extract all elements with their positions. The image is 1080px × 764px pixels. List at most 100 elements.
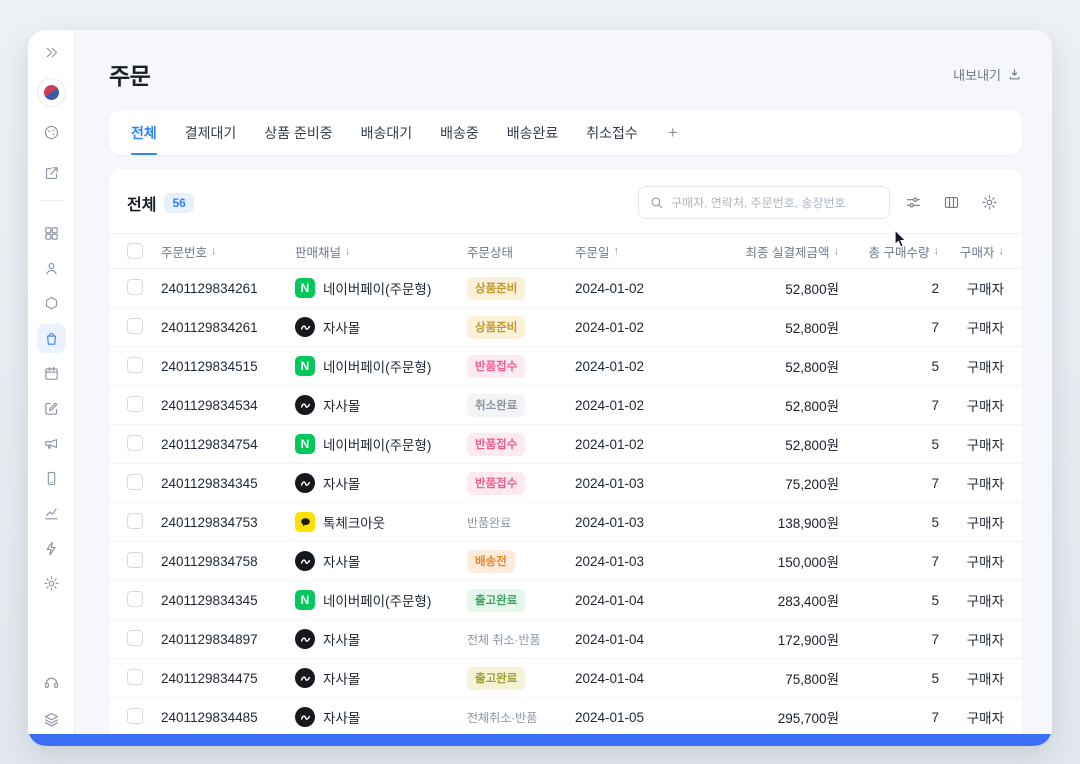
table-toolbar-left: 전체 56 <box>127 191 194 215</box>
row-checkbox[interactable] <box>127 318 143 334</box>
table-settings-button[interactable] <box>974 188 1004 218</box>
tab-item[interactable]: 전체 <box>131 110 157 155</box>
sidebar-item-calendar[interactable] <box>37 359 66 388</box>
row-checkbox[interactable] <box>127 474 143 490</box>
add-tab-button[interactable]: + <box>666 123 680 143</box>
row-checkbox[interactable] <box>127 513 143 529</box>
tab-item[interactable]: 배송대기 <box>361 110 413 155</box>
table-row[interactable]: 2401129834261N네이버페이(주문형)상품준비2024-01-0252… <box>109 269 1022 308</box>
row-checkbox-cell <box>127 318 161 337</box>
row-checkbox[interactable] <box>127 591 143 607</box>
amount-cell: 138,900원 <box>689 512 839 532</box>
order-number-cell: 2401129834475 <box>161 671 295 686</box>
sidebar-item-collapse[interactable] <box>37 38 66 67</box>
users-icon <box>43 260 60 277</box>
status-cell: 출고완료 <box>467 667 575 690</box>
column-header[interactable]: 최종 실결제금액↓ <box>689 242 839 261</box>
table-row[interactable]: 2401129834261자사몰상품준비2024-01-0252,800원7구매… <box>109 308 1022 347</box>
columns-button[interactable] <box>936 188 966 218</box>
select-all-cell <box>127 243 161 259</box>
tab-item[interactable]: 취소접수 <box>586 110 638 155</box>
mall-channel-icon <box>295 629 315 649</box>
select-all-checkbox[interactable] <box>127 243 143 259</box>
row-checkbox-cell <box>127 474 161 493</box>
filter-button[interactable] <box>898 188 928 218</box>
download-icon <box>1007 67 1022 82</box>
sidebar-item-lightning[interactable] <box>37 534 66 563</box>
column-header[interactable]: 총 구매수량↓ <box>839 242 939 261</box>
sidebar-item-gear[interactable] <box>37 569 66 598</box>
table-row[interactable]: 2401129834897자사몰전체 취소·반품2024-01-04172,90… <box>109 620 1022 659</box>
row-checkbox-cell <box>127 552 161 571</box>
sidebar-item-external-link[interactable] <box>37 159 66 188</box>
row-checkbox[interactable] <box>127 279 143 295</box>
column-header[interactable]: 주문일↑ <box>575 242 689 261</box>
column-header[interactable]: 판매채널↓ <box>295 242 467 261</box>
table-row[interactable]: 2401129834534자사몰취소완료2024-01-0252,800원7구매… <box>109 386 1022 425</box>
order-date-cell: 2024-01-02 <box>575 398 689 413</box>
table-row[interactable]: 2401129834485자사몰전체취소·반품2024-01-05295,700… <box>109 698 1022 737</box>
sidebar-item-palette[interactable] <box>37 118 66 147</box>
sidebar-item-bag[interactable] <box>37 324 66 353</box>
channel-label: 자사몰 <box>323 629 360 649</box>
sidebar-item-megaphone[interactable] <box>37 429 66 458</box>
sidebar-item-stack[interactable] <box>37 705 66 734</box>
order-date-cell: 2024-01-04 <box>575 671 689 686</box>
sidebar-item-headset[interactable] <box>37 668 66 697</box>
tab-item[interactable]: 배송완료 <box>507 110 559 155</box>
row-checkbox[interactable] <box>127 396 143 412</box>
column-header[interactable]: 주문번호↓ <box>161 242 295 261</box>
sidebar-item-users[interactable] <box>37 254 66 283</box>
table-row[interactable]: 2401129834758자사몰배송전2024-01-03150,000원7구매… <box>109 542 1022 581</box>
talk-channel-icon <box>295 512 315 532</box>
table-row[interactable]: 2401129834345자사몰반품접수2024-01-0375,200원7구매… <box>109 464 1022 503</box>
table-row[interactable]: 2401129834753톡체크아웃반품완료2024-01-03138,900원… <box>109 503 1022 542</box>
export-button[interactable]: 내보내기 <box>953 65 1022 84</box>
row-checkbox[interactable] <box>127 669 143 685</box>
row-checkbox[interactable] <box>127 435 143 451</box>
column-header[interactable]: 구매자↓ <box>939 242 1004 261</box>
order-status-badge: 배송전 <box>467 550 515 573</box>
tab-item[interactable]: 결제대기 <box>185 110 237 155</box>
search-input[interactable] <box>671 196 879 210</box>
column-header[interactable]: 주문상태 <box>467 242 575 261</box>
tab-item[interactable]: 배송중 <box>440 110 479 155</box>
column-header-label: 총 구매수량 <box>869 242 930 261</box>
order-date-cell: 2024-01-03 <box>575 476 689 491</box>
amount-cell: 52,800원 <box>689 278 839 298</box>
amount-cell: 75,200원 <box>689 473 839 493</box>
sidebar-item-mobile[interactable] <box>37 464 66 493</box>
row-checkbox[interactable] <box>127 357 143 373</box>
mall-channel-icon <box>295 551 315 571</box>
channel-label: 자사몰 <box>323 395 360 415</box>
mall-channel-icon <box>295 317 315 337</box>
table-row[interactable]: 2401129834754N네이버페이(주문형)반품접수2024-01-0252… <box>109 425 1022 464</box>
row-checkbox[interactable] <box>127 630 143 646</box>
table-row[interactable]: 2401129834475자사몰출고완료2024-01-0475,800원5구매… <box>109 659 1022 698</box>
app-logo[interactable] <box>38 79 65 106</box>
buyer-cell: 구매자 <box>939 707 1004 727</box>
main-content: 주문 내보내기 전체결제대기상품 준비중배송대기배송중배송완료취소접수+ 전체 … <box>75 30 1052 746</box>
row-checkbox-cell <box>127 708 161 727</box>
table-row[interactable]: 2401129834345N네이버페이(주문형)출고완료2024-01-0428… <box>109 581 1022 620</box>
row-checkbox[interactable] <box>127 708 143 724</box>
status-cell: 반품접수 <box>467 433 575 456</box>
sidebar-item-hub[interactable] <box>37 289 66 318</box>
quantity-cell: 7 <box>839 632 939 647</box>
sort-desc-icon: ↓ <box>345 245 351 257</box>
row-checkbox-cell <box>127 630 161 649</box>
order-number-cell: 2401129834485 <box>161 710 295 725</box>
sidebar-item-grid[interactable] <box>37 219 66 248</box>
sidebar-item-compose[interactable] <box>37 394 66 423</box>
tab-item[interactable]: 상품 준비중 <box>264 110 332 155</box>
sidebar-item-chart[interactable] <box>37 499 66 528</box>
order-number-cell: 2401129834345 <box>161 476 295 491</box>
table-row[interactable]: 2401129834515N네이버페이(주문형)반품접수2024-01-0252… <box>109 347 1022 386</box>
row-checkbox[interactable] <box>127 552 143 568</box>
order-status-badge: 반품접수 <box>467 472 525 495</box>
channel-label: 네이버페이(주문형) <box>323 590 431 610</box>
order-number-cell: 2401129834261 <box>161 320 295 335</box>
status-cell: 전체취소·반품 <box>467 709 575 726</box>
order-date-cell: 2024-01-04 <box>575 593 689 608</box>
channel-label: 자사몰 <box>323 668 360 688</box>
